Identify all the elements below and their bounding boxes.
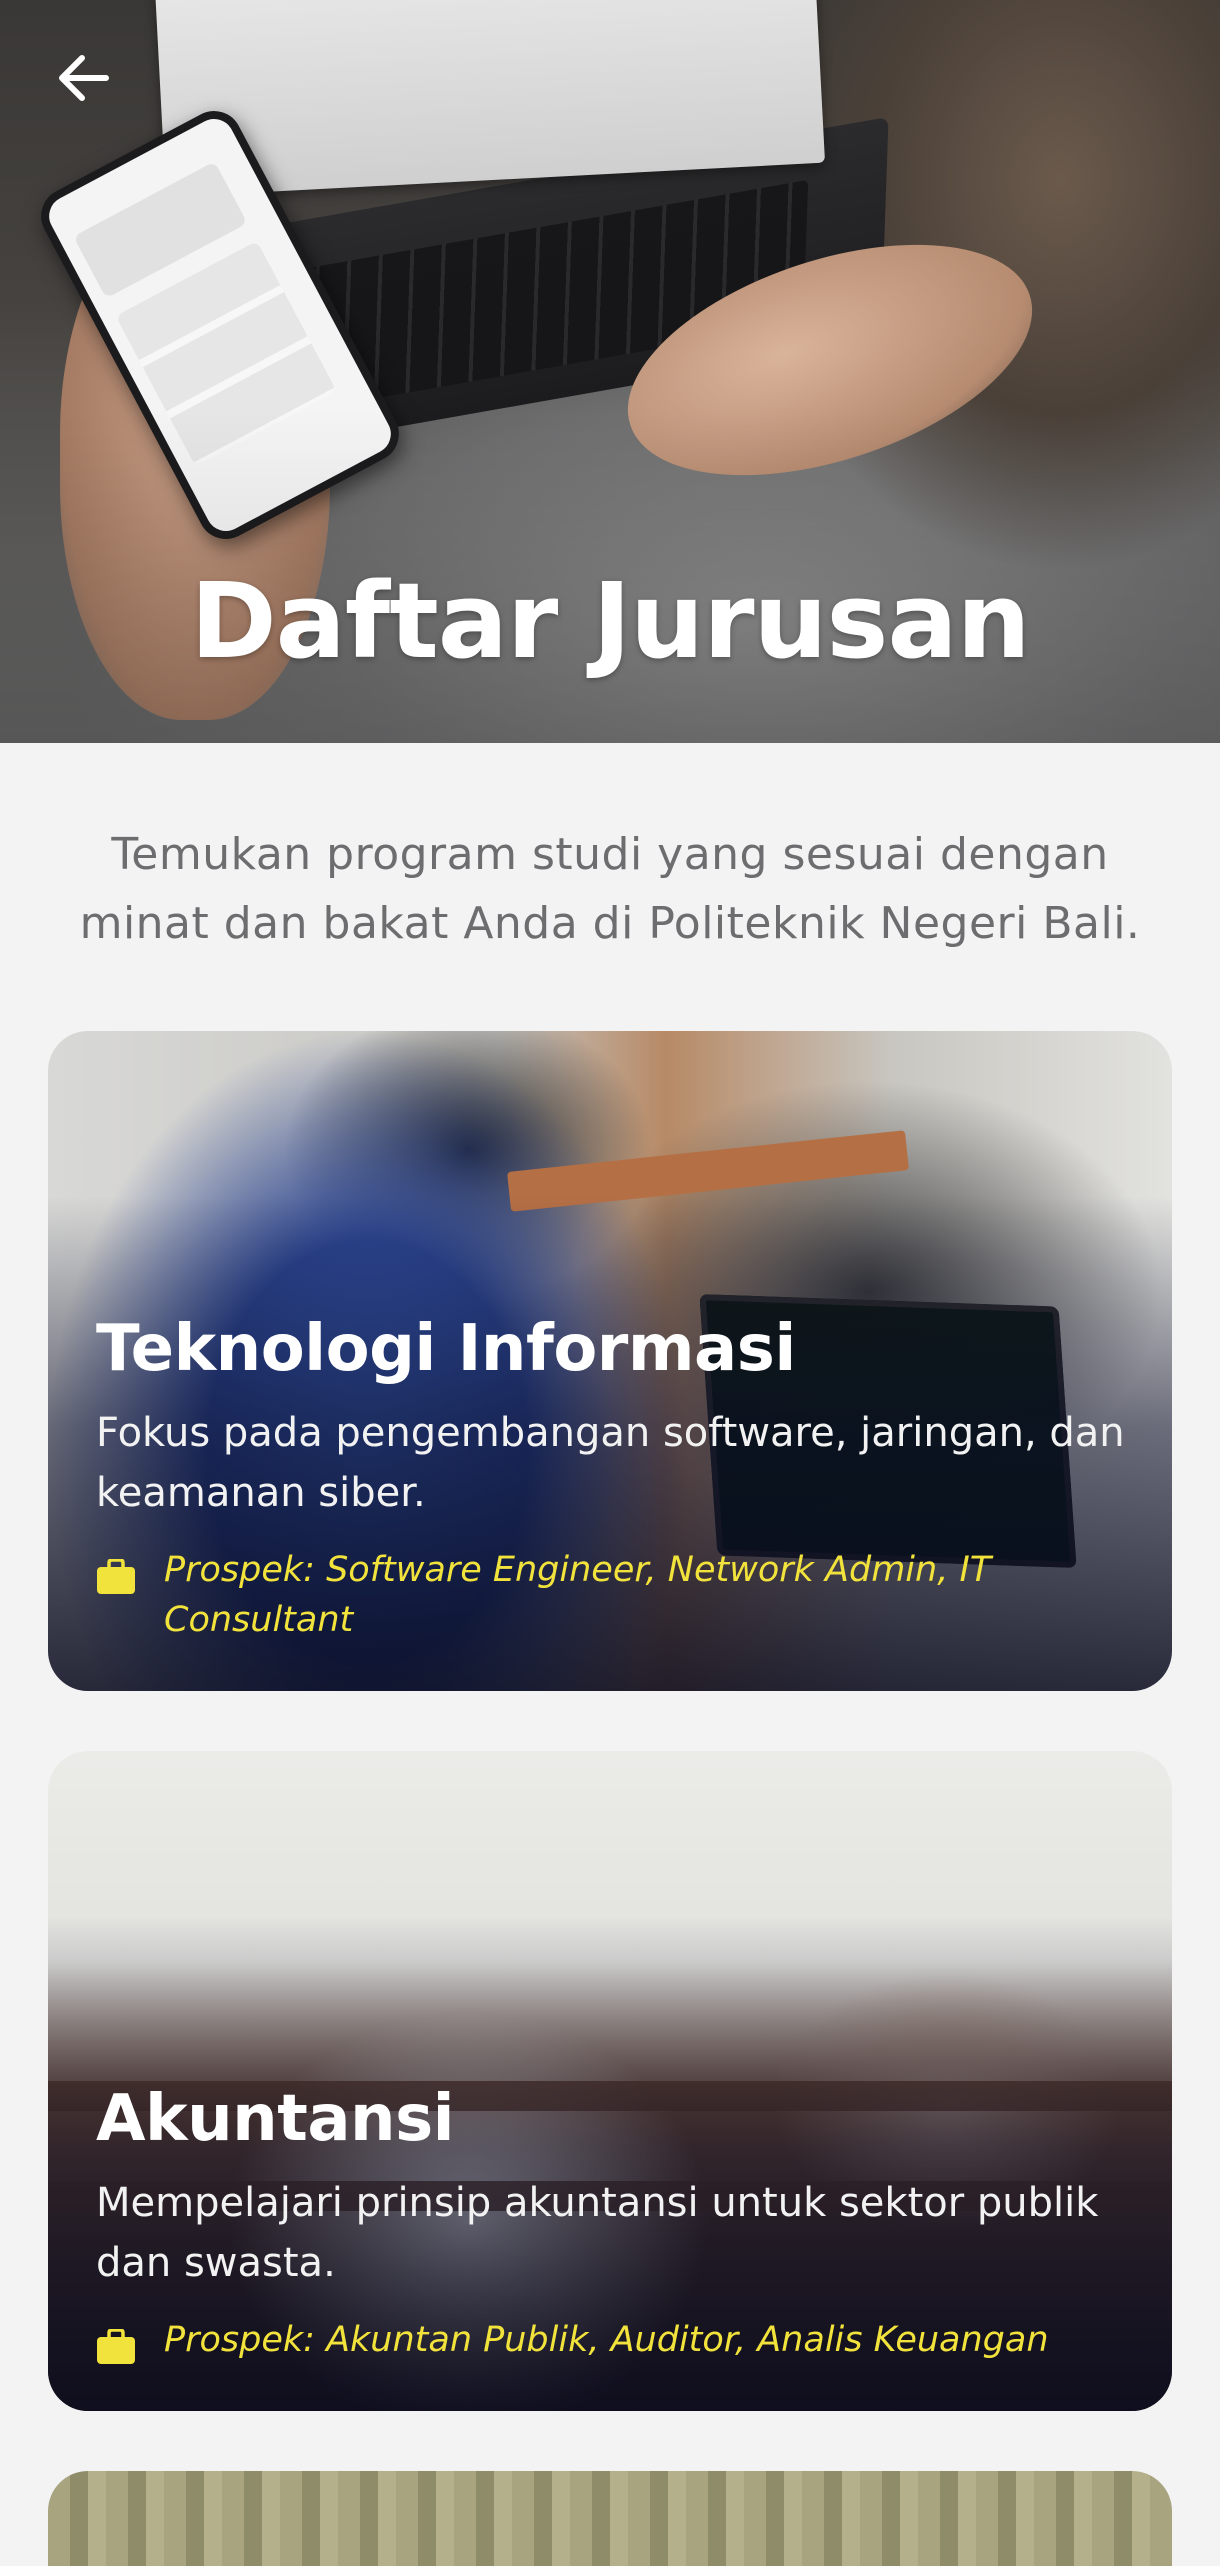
program-card-content: Akuntansi Mempelajari prinsip akuntansi …: [96, 2079, 1132, 2365]
intro-text: Temukan program studi yang sesuai dengan…: [79, 829, 1141, 949]
program-title: Akuntansi: [96, 2082, 455, 2156]
briefcase-icon: [97, 2329, 135, 2364]
briefcase-icon: [97, 1559, 135, 1594]
program-prospect: Prospek: Akuntan Publik, Auditor, Analis…: [96, 2315, 1132, 2365]
page-title: Daftar Jurusan: [190, 560, 1030, 682]
program-description: Fokus pada pengembangan software, jaring…: [96, 1410, 1125, 1516]
program-description: Mempelajari prinsip akuntansi untuk sekt…: [96, 2180, 1099, 2286]
program-prospect: Prospek: Software Engineer, Network Admi…: [96, 1545, 1132, 1645]
program-card-content: Teknologi Informasi Fokus pada pengemban…: [96, 1309, 1132, 1645]
program-prospect-text: Prospek: Akuntan Publik, Auditor, Analis…: [164, 2320, 1049, 2360]
arrow-left-icon: [59, 55, 109, 101]
hero-banner: Daftar Jurusan: [0, 0, 1220, 743]
program-card[interactable]: [48, 2471, 1172, 2566]
program-title: Teknologi Informasi: [96, 1312, 796, 1386]
back-button[interactable]: [50, 50, 116, 106]
program-card-akuntansi[interactable]: Akuntansi Mempelajari prinsip akuntansi …: [48, 1751, 1172, 2411]
program-prospect-text: Prospek: Software Engineer, Network Admi…: [164, 1550, 992, 1640]
program-card-image: [48, 2471, 1172, 2566]
program-card-teknologi-informasi[interactable]: Teknologi Informasi Fokus pada pengemban…: [48, 1031, 1172, 1691]
